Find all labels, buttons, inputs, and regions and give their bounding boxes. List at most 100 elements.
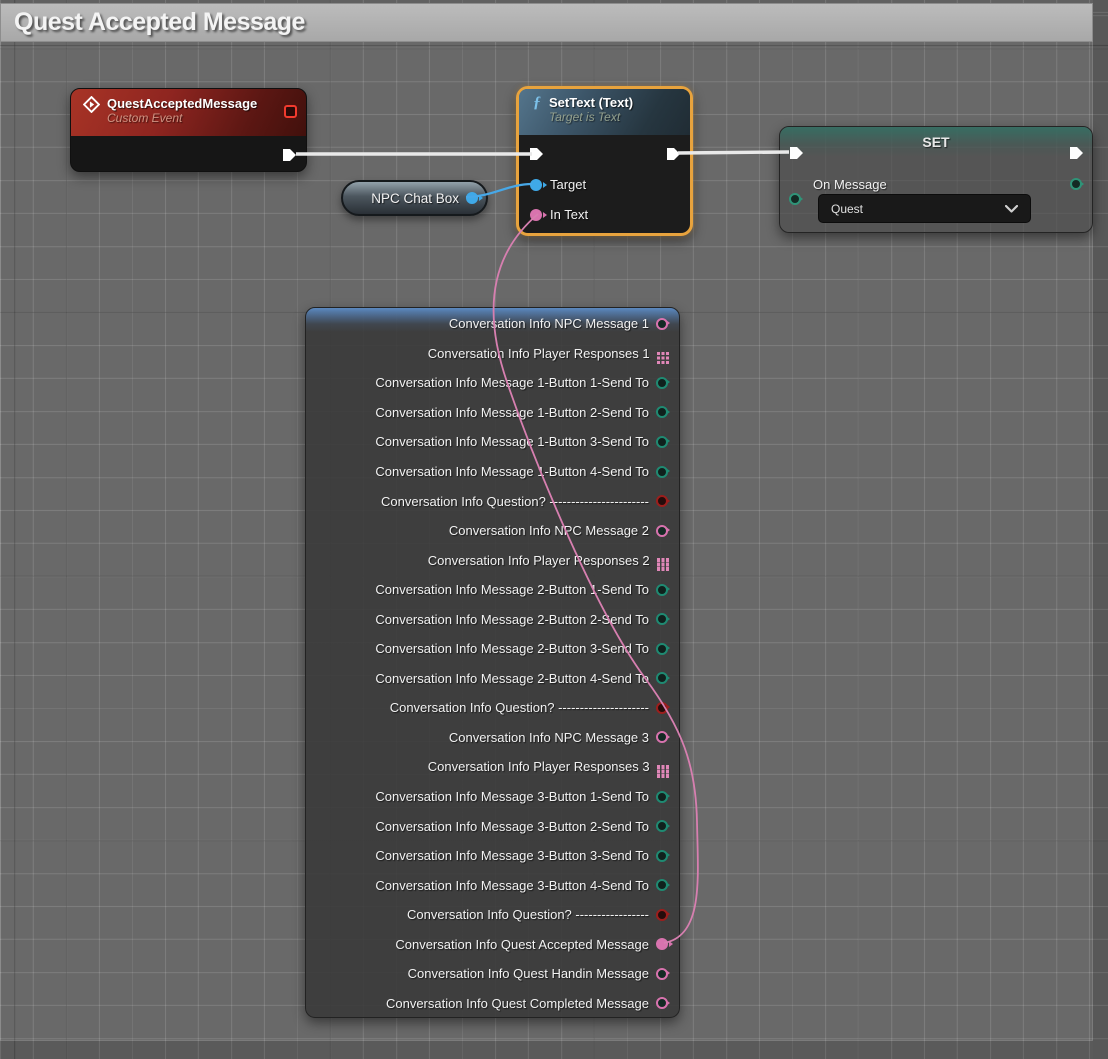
pin-row: Conversation Info Quest Handin Message bbox=[306, 959, 679, 989]
conversation-pin-list: Conversation Info NPC Message 1 Conversat… bbox=[306, 309, 679, 1018]
custom-event-node[interactable]: QuestAcceptedMessage Custom Event bbox=[70, 88, 307, 172]
pin-label: Target bbox=[550, 177, 587, 192]
exec-out-pin[interactable] bbox=[1067, 145, 1085, 161]
comment-title: Quest Accepted Message bbox=[14, 8, 305, 36]
pin-label: Conversation Info NPC Message 2 bbox=[448, 523, 649, 539]
pin-label: Conversation Info Player Responses 1 bbox=[427, 345, 650, 361]
pin-row: Conversation Info Question? ------------… bbox=[306, 900, 679, 930]
pin-row: Conversation Info Message 3-Button 3-Sen… bbox=[306, 841, 679, 871]
event-reference-icon[interactable] bbox=[284, 105, 297, 118]
pin-row: Conversation Info Question? ------------… bbox=[306, 693, 679, 723]
pin-row: Conversation Info Message 1-Button 3-Sen… bbox=[306, 427, 679, 457]
text-pin-icon-connected[interactable] bbox=[656, 938, 673, 951]
blueprint-canvas[interactable]: Quest Accepted Message QuestAcceptedMess… bbox=[0, 0, 1108, 1059]
pin-label: Conversation Info Message 3-Button 4-Sen… bbox=[375, 877, 649, 893]
enum-pin-icon[interactable] bbox=[656, 435, 670, 448]
text-array-pin-icon[interactable] bbox=[656, 351, 660, 356]
pin-label: Conversation Info NPC Message 3 bbox=[448, 729, 649, 745]
pin-label: Conversation Info Quest Handin Message bbox=[407, 966, 649, 982]
node-subtitle: Target is Text bbox=[549, 110, 621, 124]
enum-pin-icon[interactable] bbox=[656, 879, 670, 892]
enum-pin-icon[interactable] bbox=[656, 790, 670, 803]
pin-label: Conversation Info Player Responses 2 bbox=[427, 552, 650, 568]
pin-row: Conversation Info Quest Completed Messag… bbox=[306, 989, 679, 1019]
variable-node-npc-chat-box[interactable]: NPC Chat Box bbox=[341, 180, 488, 216]
exec-out-pin[interactable] bbox=[280, 147, 298, 163]
pin-row: Conversation Info Message 2-Button 3-Sen… bbox=[306, 634, 679, 664]
text-pin-icon[interactable] bbox=[656, 731, 670, 744]
comment-header[interactable]: Quest Accepted Message bbox=[0, 3, 1093, 42]
enum-pin-icon[interactable] bbox=[656, 820, 670, 833]
pin-row: Conversation Info Player Responses 3 bbox=[306, 752, 679, 782]
canvas-outside-comment bbox=[0, 1041, 1093, 1059]
exec-in-pin[interactable] bbox=[787, 145, 805, 161]
text-pin-icon[interactable] bbox=[656, 524, 670, 537]
node-subtitle: Custom Event bbox=[107, 111, 183, 125]
node-title: SetText (Text) bbox=[549, 95, 634, 110]
pin-row: Conversation Info NPC Message 2 bbox=[306, 516, 679, 546]
text-pin-icon[interactable] bbox=[656, 997, 670, 1010]
pin-label: Conversation Info Message 1-Button 4-Sen… bbox=[375, 464, 649, 479]
pin-row: Conversation Info NPC Message 1 bbox=[306, 309, 679, 339]
text-array-pin-icon[interactable] bbox=[656, 558, 660, 562]
enum-pin-icon[interactable] bbox=[656, 672, 670, 685]
pin-row: Conversation Info Player Responses 1 bbox=[306, 339, 679, 369]
exec-out-pin[interactable] bbox=[664, 146, 682, 162]
pin-label: On Message bbox=[813, 177, 887, 192]
conversation-info-node[interactable]: Conversation Info NPC Message 1 Conversat… bbox=[305, 307, 680, 1018]
enum-pin-icon[interactable] bbox=[656, 406, 670, 419]
pin-row: Conversation Info Message 2-Button 4-Sen… bbox=[306, 664, 679, 694]
pin-row: Conversation Info Message 1-Button 4-Sen… bbox=[306, 457, 679, 487]
bool-pin-icon[interactable] bbox=[656, 701, 670, 714]
pin-label: Conversation Info NPC Message 1 bbox=[448, 316, 649, 332]
variable-label: NPC Chat Box bbox=[371, 190, 459, 206]
settext-node-header: ƒ SetText (Text) Target is Text bbox=[519, 89, 690, 135]
custom-event-node-header: QuestAcceptedMessage Custom Event bbox=[71, 89, 306, 136]
bool-pin-icon[interactable] bbox=[656, 495, 670, 508]
pin-row: Conversation Info Message 2-Button 2-Sen… bbox=[306, 604, 679, 634]
pin-label: Conversation Info Player Responses 3 bbox=[427, 759, 650, 775]
exec-in-pin[interactable] bbox=[527, 146, 545, 162]
pin-label: Conversation Info Message 3-Button 2-Sen… bbox=[375, 818, 649, 834]
pin-row: Conversation Info Message 2-Button 1-Sen… bbox=[306, 575, 679, 605]
pin-label: Conversation Info Question? ------------… bbox=[407, 907, 649, 923]
pin-row: Conversation Info Message 3-Button 2-Sen… bbox=[306, 811, 679, 841]
settext-node[interactable]: ƒ SetText (Text) Target is Text Target I… bbox=[516, 86, 693, 236]
pin-label: Conversation Info Quest Completed Messag… bbox=[385, 995, 649, 1011]
pin-label: Conversation Info Message 3-Button 3-Sen… bbox=[375, 848, 649, 864]
enum-pin-icon[interactable] bbox=[656, 642, 670, 655]
custom-event-icon bbox=[83, 96, 100, 113]
set-node[interactable]: SET On Message Quest bbox=[779, 126, 1093, 233]
object-out-pin-icon[interactable] bbox=[466, 192, 483, 204]
pin-label: Conversation Info Message 2-Button 3-Sen… bbox=[375, 641, 649, 657]
pin-row: Conversation Info Message 1-Button 2-Sen… bbox=[306, 398, 679, 428]
pin-label: Conversation Info Question? ------------… bbox=[381, 493, 649, 509]
pin-label: Conversation Info Message 2-Button 1-Sen… bbox=[375, 582, 649, 598]
enum-pin-icon[interactable] bbox=[656, 583, 670, 596]
node-title: SET bbox=[922, 134, 950, 150]
on-message-dropdown[interactable]: Quest bbox=[818, 194, 1031, 223]
pin-row: Conversation Info Player Responses 2 bbox=[306, 545, 679, 575]
enum-pin-icon[interactable] bbox=[656, 465, 670, 478]
text-pin-icon[interactable] bbox=[656, 967, 670, 980]
value-out-pin-icon[interactable] bbox=[1070, 178, 1084, 190]
enum-pin-icon[interactable] bbox=[656, 376, 670, 389]
bool-pin-icon[interactable] bbox=[656, 908, 670, 921]
target-pin-icon[interactable] bbox=[530, 178, 547, 191]
node-title: QuestAcceptedMessage bbox=[107, 96, 258, 111]
pin-label: Conversation Info Message 1-Button 2-Sen… bbox=[375, 404, 649, 420]
function-icon: ƒ bbox=[533, 94, 541, 111]
pin-label: Conversation Info Message 1-Button 3-Sen… bbox=[375, 434, 649, 450]
value-in-pin-icon[interactable] bbox=[789, 193, 803, 205]
in-text-pin-icon[interactable] bbox=[530, 208, 547, 221]
pin-label: Conversation Info Message 2-Button 4-Sen… bbox=[375, 670, 649, 686]
enum-pin-icon[interactable] bbox=[656, 849, 670, 862]
chevron-down-icon bbox=[1005, 204, 1018, 213]
text-pin-icon[interactable] bbox=[656, 317, 670, 330]
enum-pin-icon[interactable] bbox=[656, 613, 670, 626]
pin-row: Conversation Info Message 3-Button 4-Sen… bbox=[306, 870, 679, 900]
pin-row: Conversation Info Message 1-Button 1-Sen… bbox=[306, 368, 679, 398]
pin-label: Conversation Info Message 3-Button 1-Sen… bbox=[375, 789, 649, 805]
text-array-pin-icon[interactable] bbox=[656, 765, 660, 769]
pin-label: In Text bbox=[550, 207, 589, 222]
